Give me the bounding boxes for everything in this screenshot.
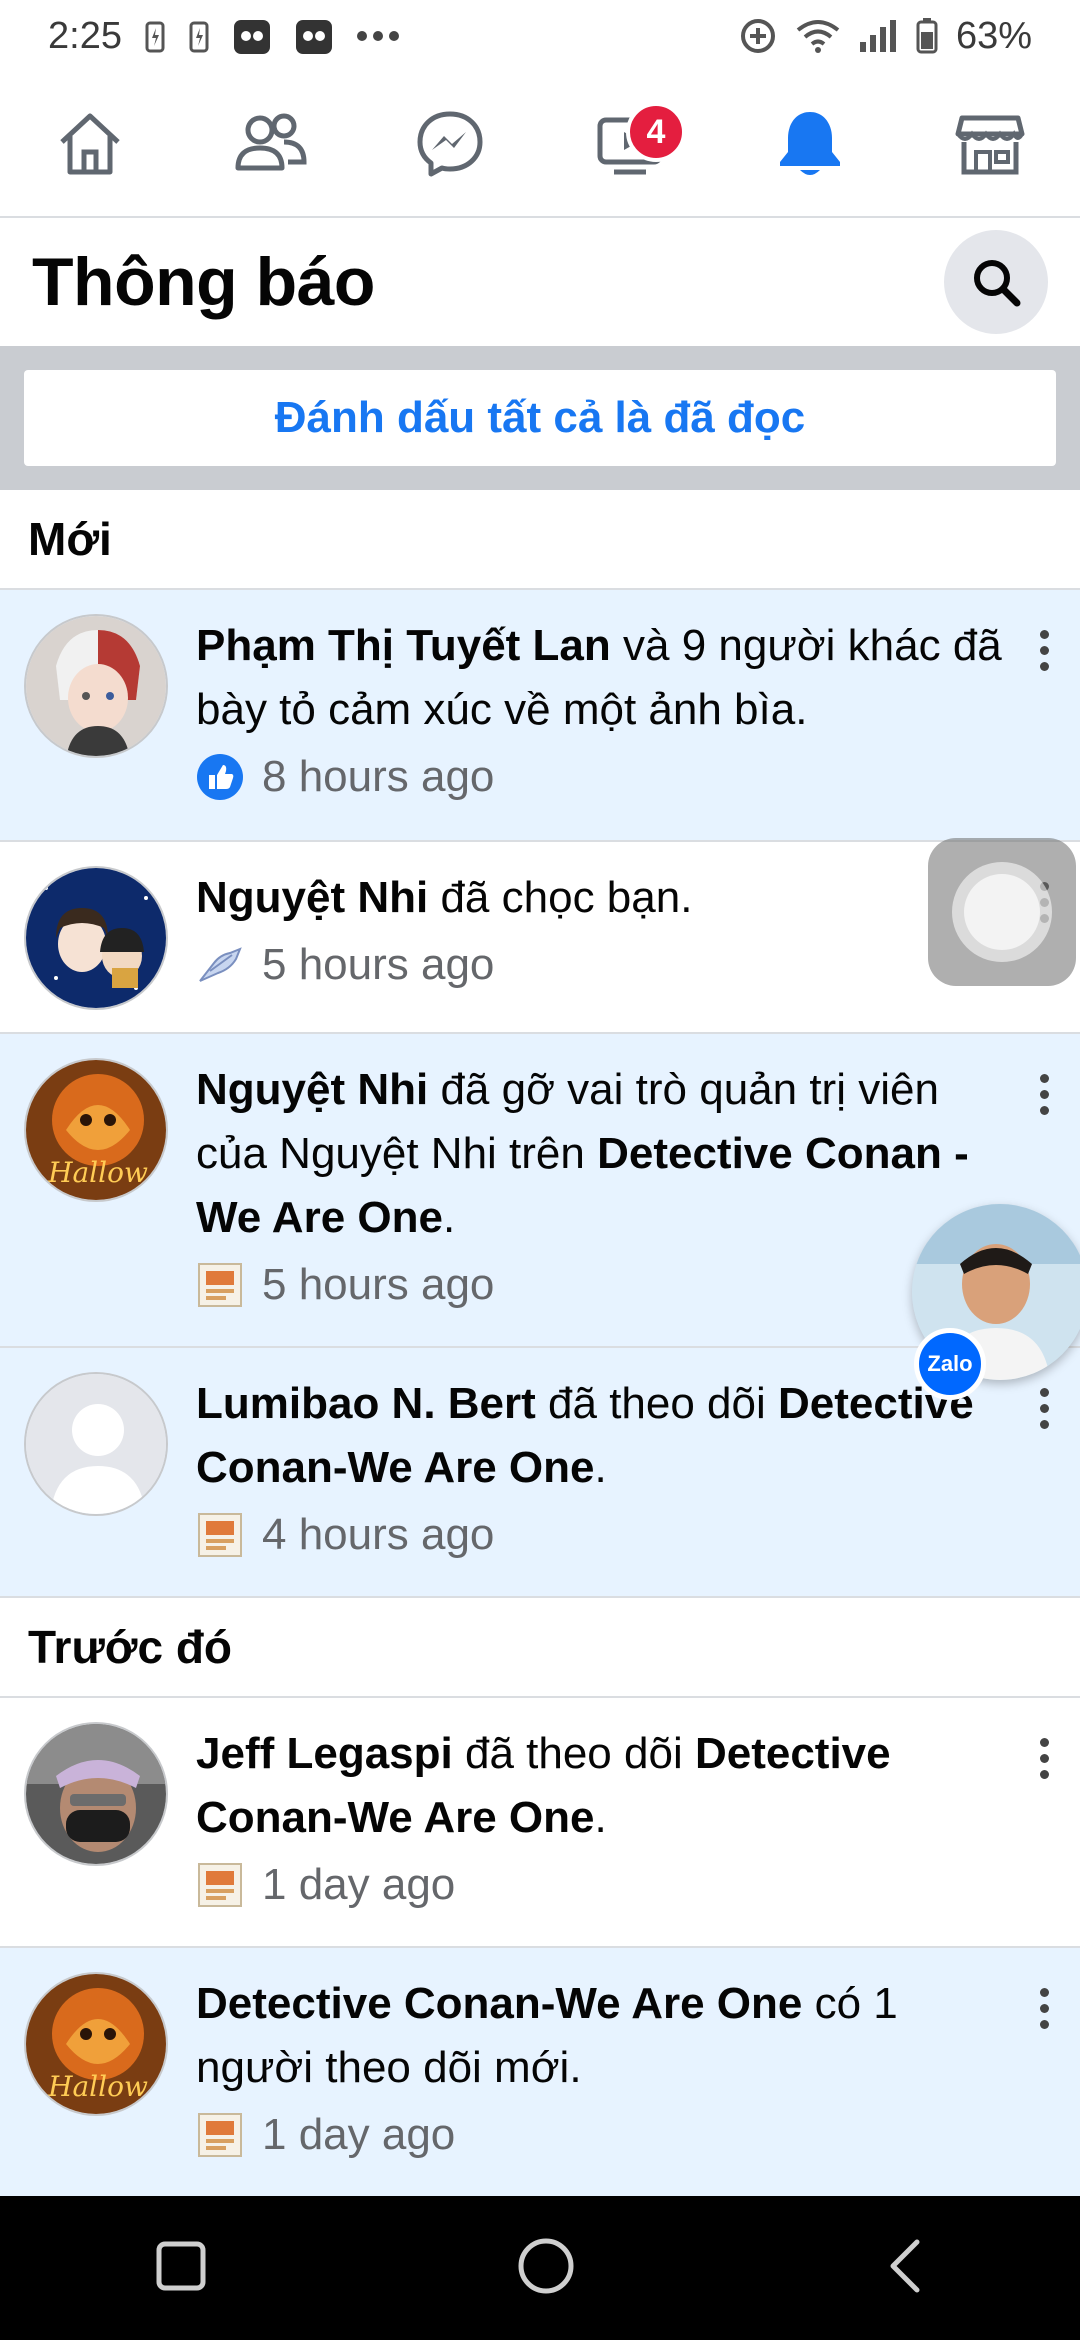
nav-friends[interactable] xyxy=(210,84,330,204)
recents-button[interactable] xyxy=(155,2240,207,2297)
notification-actor: Nguyệt Nhi xyxy=(196,873,429,922)
page-icon xyxy=(196,1861,244,1909)
notification-item[interactable]: Jeff Legaspi đã theo dõi Detective Conan… xyxy=(0,1698,1080,1948)
notification-text: Nguyệt Nhi đã chọc bạn. xyxy=(196,866,1012,930)
bell-icon xyxy=(780,112,840,175)
notification-text: Nguyệt Nhi đã gỡ vai trò quản trị viên c… xyxy=(196,1058,1012,1250)
like-icon xyxy=(196,753,244,801)
nav-messenger[interactable] xyxy=(390,84,510,204)
notification-actor: Lumibao N. Bert xyxy=(196,1379,536,1428)
nav-watch[interactable]: 4 xyxy=(570,84,690,204)
notification-meta: 4 hours ago xyxy=(196,1510,1012,1560)
notification-item[interactable]: Lumibao N. Bert đã theo dõi Detective Co… xyxy=(0,1348,1080,1598)
notification-text: Detective Conan-We Are One có 1 người th… xyxy=(196,1972,1012,2100)
svg-text:Hallow: Hallow xyxy=(47,2070,148,2103)
search-button[interactable] xyxy=(944,230,1048,334)
notification-item[interactable]: Hallow Detective Conan-We Are One có 1 n… xyxy=(0,1948,1080,2196)
nav-marketplace[interactable] xyxy=(930,84,1050,204)
notification-actor: Phạm Thị Tuyết Lan xyxy=(196,621,611,670)
page-header: Thông báo xyxy=(0,218,1080,346)
home-button[interactable] xyxy=(516,2236,576,2301)
nav-notifications[interactable] xyxy=(750,84,870,204)
back-button[interactable] xyxy=(885,2238,925,2299)
notification-time: 5 hours ago xyxy=(262,1260,495,1309)
more-options-icon[interactable] xyxy=(1038,1738,1050,1786)
watch-badge: 4 xyxy=(626,102,686,162)
avatar: Hallow xyxy=(24,1972,168,2116)
more-options-icon[interactable] xyxy=(1038,1388,1050,1436)
notification-meta: 5 hours ago xyxy=(196,1260,1012,1310)
app-notification-icon-2 xyxy=(294,16,334,56)
notification-time: 5 hours ago xyxy=(262,940,495,989)
signal-icon xyxy=(858,18,898,54)
page-icon xyxy=(196,2111,244,2159)
notification-time: 4 hours ago xyxy=(262,1510,495,1559)
notification-time: 1 day ago xyxy=(262,2110,456,2159)
assistive-touch-button[interactable] xyxy=(928,838,1076,986)
notification-actor: Jeff Legaspi xyxy=(196,1729,453,1778)
notification-meta: 8 hours ago xyxy=(196,752,1012,802)
avatar xyxy=(24,614,168,758)
notification-time: 1 day ago xyxy=(262,1860,456,1909)
notification-meta: 1 day ago xyxy=(196,1860,1012,1910)
home-icon xyxy=(60,113,120,175)
notification-text: Phạm Thị Tuyết Lan và 9 người khác đã bà… xyxy=(196,614,1012,742)
avatar xyxy=(24,1372,168,1516)
notification-message: đã theo dõi xyxy=(535,1379,778,1428)
mark-all-read-button[interactable]: Đánh dấu tất cả là đã đọc xyxy=(24,370,1056,466)
notification-meta: 5 hours ago xyxy=(196,940,1012,990)
friends-icon xyxy=(235,113,307,171)
recents-icon xyxy=(156,2241,206,2290)
notification-message: đã chọc bạn. xyxy=(428,873,693,922)
battery-saver-icon-2 xyxy=(188,19,210,53)
notification-item[interactable]: Nguyệt Nhi đã chọc bạn. 5 hours ago xyxy=(0,842,1080,1034)
app-notification-icon xyxy=(232,16,272,56)
page-title: Thông báo xyxy=(32,244,375,320)
more-options-icon[interactable] xyxy=(1038,1074,1050,1122)
notification-item[interactable]: Phạm Thị Tuyết Lan và 9 người khác đã bà… xyxy=(0,590,1080,842)
notification-actor: Detective Conan-We Are One xyxy=(196,1979,803,2028)
notification-actor: Nguyệt Nhi xyxy=(196,1065,429,1114)
notification-text: Jeff Legaspi đã theo dõi Detective Conan… xyxy=(196,1722,1012,1850)
notification-suffix: . xyxy=(594,1443,607,1492)
search-icon xyxy=(974,260,1021,307)
section-earlier-title: Trước đó xyxy=(0,1598,1080,1698)
status-bar: 2:25 63% xyxy=(0,0,1080,72)
mark-all-container: Đánh dấu tất cả là đã đọc xyxy=(0,346,1080,490)
nav-home[interactable] xyxy=(30,84,150,204)
poke-icon xyxy=(196,941,244,989)
notification-meta: 1 day ago xyxy=(196,2110,1012,2160)
assistive-touch-ring xyxy=(952,862,1052,962)
top-nav: 4 xyxy=(0,72,1080,218)
avatar xyxy=(24,1722,168,1866)
back-icon xyxy=(890,2239,920,2292)
messenger-icon xyxy=(417,111,483,177)
notification-message: đã theo dõi xyxy=(452,1729,695,1778)
battery-saver-icon xyxy=(144,19,166,53)
notification-text: Lumibao N. Bert đã theo dõi Detective Co… xyxy=(196,1372,1012,1500)
notification-time: 8 hours ago xyxy=(262,752,495,801)
more-options-icon[interactable] xyxy=(1038,630,1050,678)
avatar xyxy=(24,866,168,1010)
notification-suffix: . xyxy=(594,1793,607,1842)
notification-suffix: . xyxy=(442,1193,456,1242)
battery-icon xyxy=(916,18,938,54)
avatar: Hallow xyxy=(24,1058,168,1202)
battery-percent: 63% xyxy=(955,14,1032,57)
more-notifications-icon xyxy=(356,30,400,42)
wifi-icon xyxy=(796,18,840,54)
status-time: 2:25 xyxy=(48,14,122,57)
section-new-title: Mới xyxy=(0,490,1080,590)
page-icon xyxy=(196,1261,244,1309)
page-icon xyxy=(196,1511,244,1559)
data-saver-icon xyxy=(738,16,778,56)
system-nav-bar xyxy=(0,2196,1080,2340)
svg-text:Hallow: Hallow xyxy=(47,1156,148,1189)
home-circle-icon xyxy=(518,2238,574,2293)
marketplace-icon xyxy=(955,115,1025,175)
more-options-icon[interactable] xyxy=(1038,1988,1050,2036)
zalo-logo-icon: Zalo xyxy=(914,1328,986,1400)
